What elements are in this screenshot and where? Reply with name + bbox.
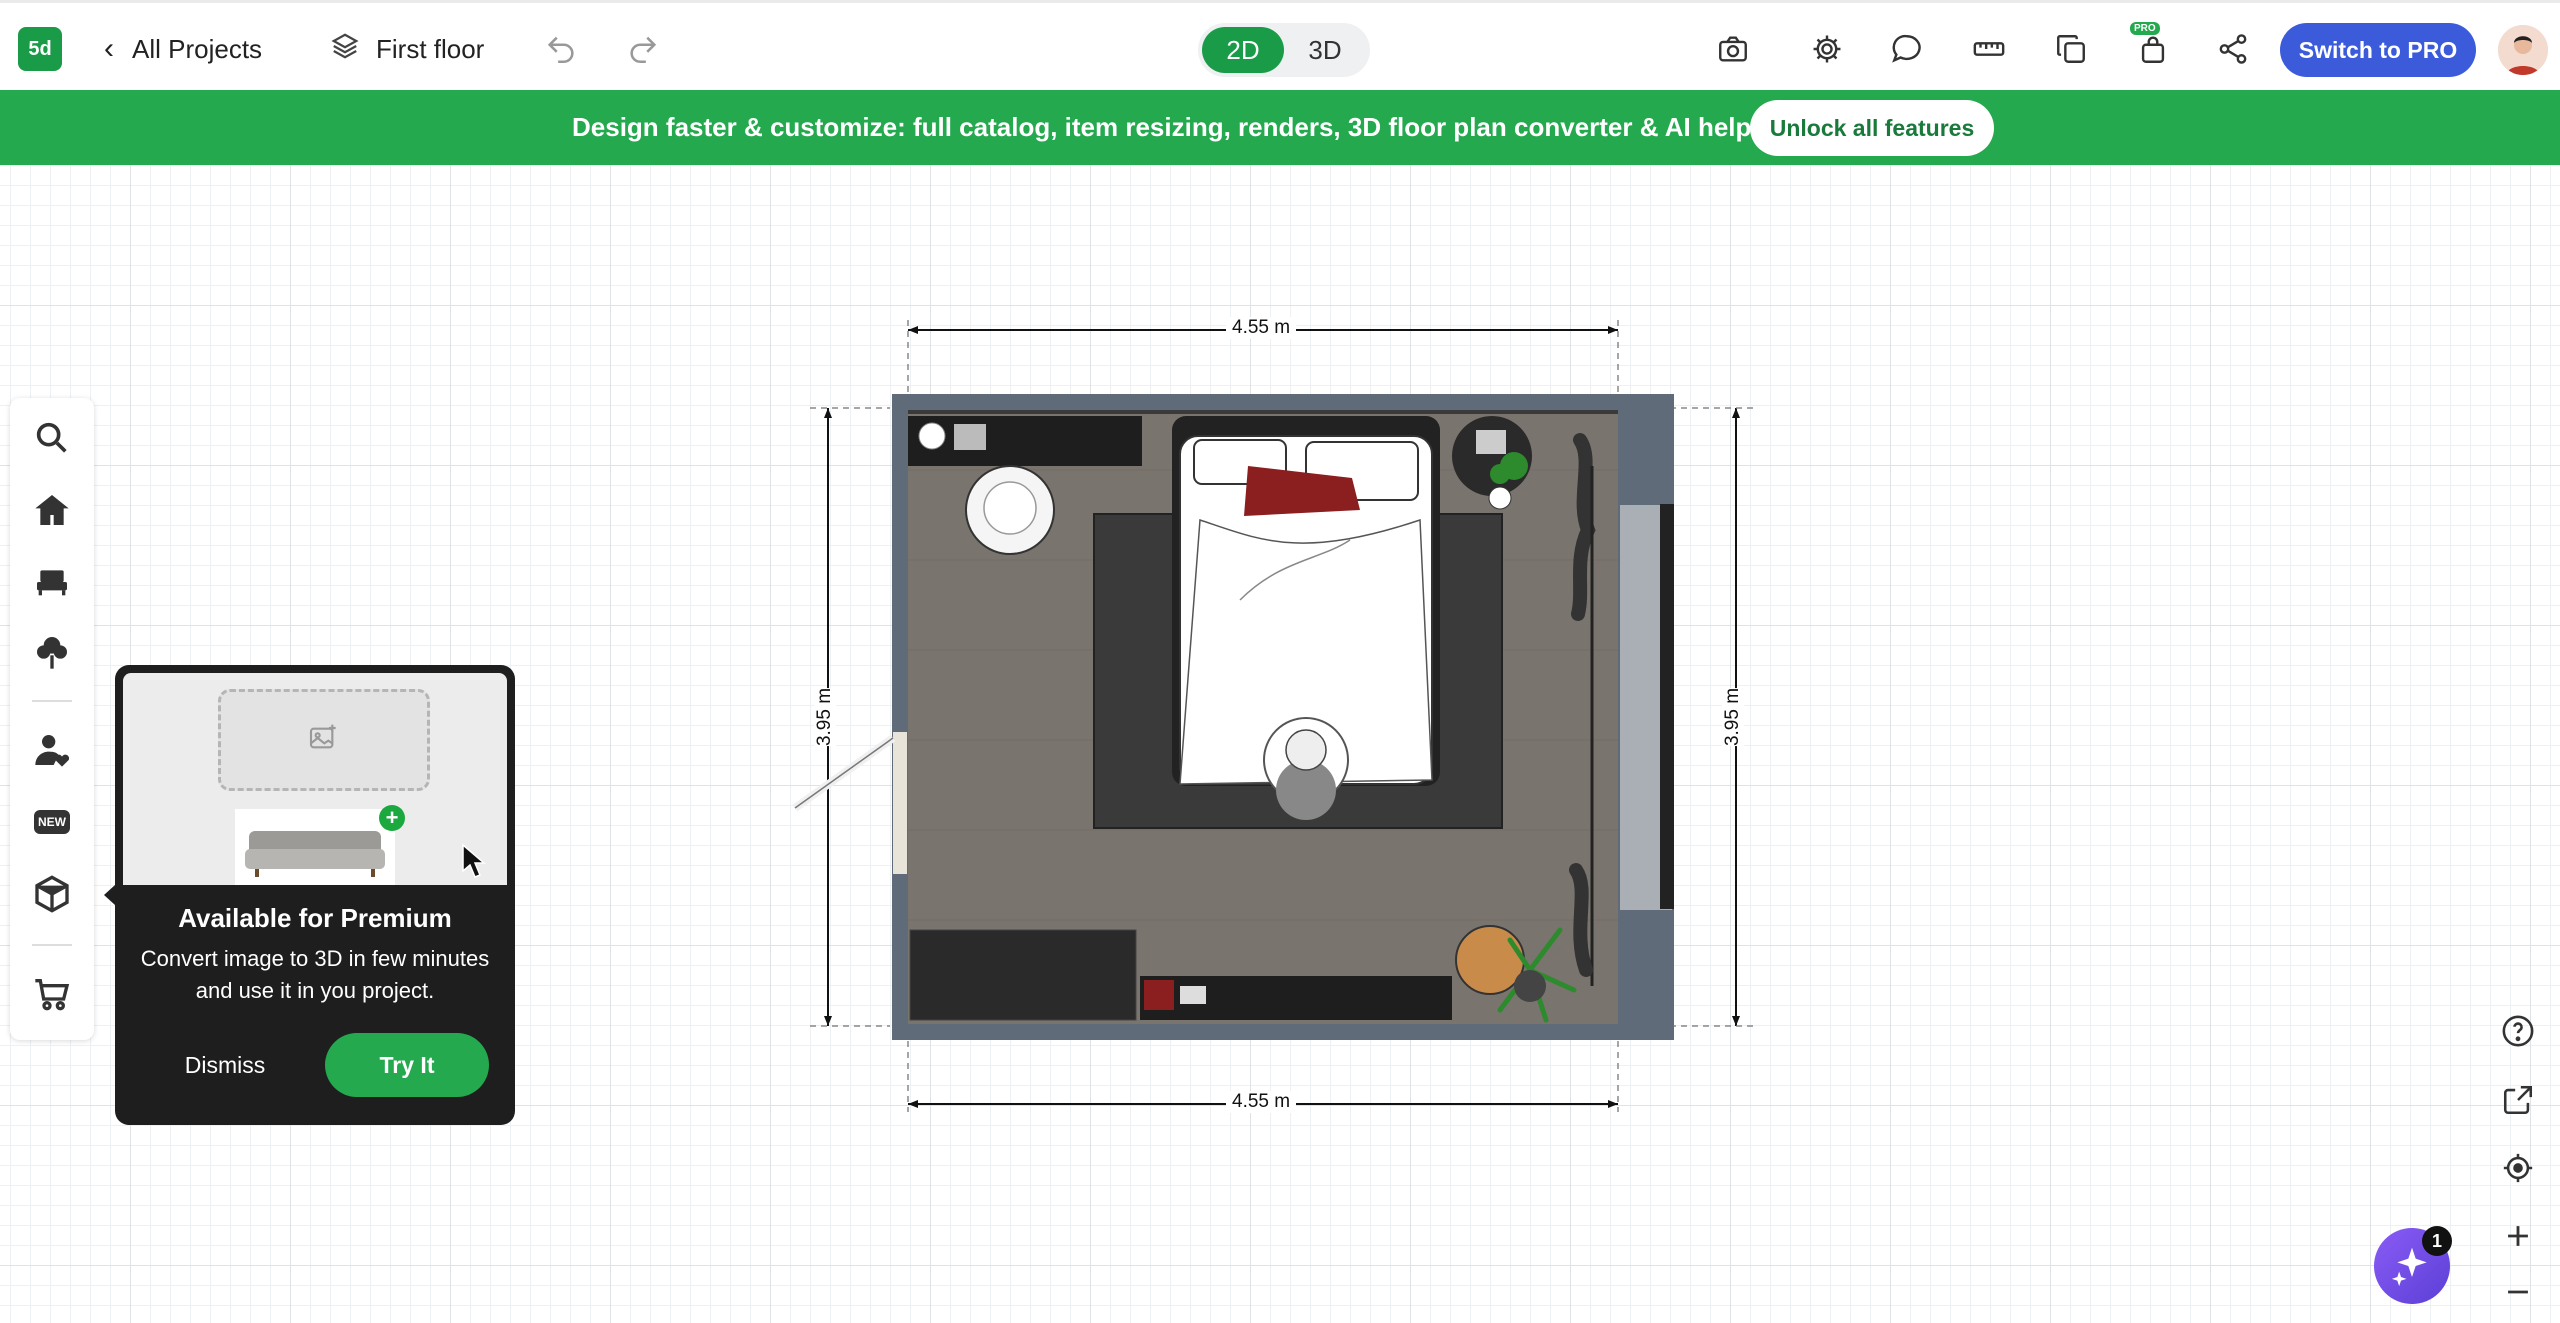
banner-text: Design faster & customize: full catalog,… bbox=[572, 112, 1752, 142]
floor-label: First floor bbox=[376, 33, 485, 64]
zoom-out-icon[interactable] bbox=[2492, 1266, 2544, 1318]
floor-selector[interactable]: First floor bbox=[330, 25, 484, 73]
image-placeholder bbox=[218, 689, 430, 791]
share-icon[interactable] bbox=[2212, 28, 2254, 70]
dimension-right[interactable]: 3.95 m bbox=[1722, 687, 1745, 747]
view-2d-button[interactable]: 2D bbox=[1202, 27, 1284, 73]
notification-badge: 1 bbox=[2422, 1226, 2452, 1256]
all-projects-label: All Projects bbox=[132, 33, 263, 64]
cart-icon[interactable] bbox=[28, 970, 76, 1018]
floor-plan[interactable] bbox=[780, 310, 1760, 1140]
toolbar-divider bbox=[32, 944, 72, 946]
help-icon[interactable] bbox=[2492, 1005, 2544, 1057]
popup-pointer bbox=[104, 885, 115, 905]
layers-icon bbox=[330, 31, 360, 68]
app-logo[interactable]: 5d bbox=[18, 27, 62, 71]
tree-icon[interactable] bbox=[28, 628, 76, 676]
camera-icon[interactable] bbox=[1712, 28, 1754, 70]
copy-icon[interactable] bbox=[2050, 28, 2092, 70]
pro-badge: PRO bbox=[2130, 22, 2160, 35]
unlock-features-button[interactable]: Unlock all features bbox=[1750, 100, 1994, 156]
home-icon[interactable] bbox=[28, 486, 76, 534]
all-projects-link[interactable]: ‹ All Projects bbox=[104, 25, 262, 73]
cursor-icon bbox=[462, 843, 487, 878]
popup-title: Available for Premium bbox=[178, 903, 452, 933]
chevron-left-icon: ‹ bbox=[104, 32, 114, 65]
dismiss-button[interactable]: Dismiss bbox=[155, 1033, 295, 1097]
undo-icon[interactable] bbox=[540, 28, 582, 70]
view-3d-button[interactable]: 3D bbox=[1284, 27, 1366, 73]
dimension-top[interactable]: 4.55 m bbox=[1226, 317, 1297, 339]
search-icon[interactable] bbox=[28, 414, 76, 462]
popup-illustration: + bbox=[123, 673, 507, 885]
locate-icon[interactable] bbox=[2492, 1142, 2544, 1194]
left-toolbar: NEW bbox=[10, 398, 94, 1040]
new-badge: NEW bbox=[34, 810, 70, 834]
switch-to-pro-button[interactable]: Switch to PRO bbox=[2280, 23, 2476, 77]
dimension-bottom[interactable]: 4.55 m bbox=[1226, 1091, 1297, 1113]
sofa-image bbox=[235, 809, 395, 885]
ruler-icon[interactable] bbox=[1968, 28, 2010, 70]
top-bar: 5d ‹ All Projects First floor 2D 3D PRO bbox=[0, 0, 2560, 90]
furniture-icon[interactable] bbox=[28, 558, 76, 606]
view-mode-toggle: 2D 3D bbox=[1198, 23, 1370, 77]
3d-box-icon[interactable] bbox=[28, 870, 76, 918]
promo-banner: Design faster & customize: full catalog,… bbox=[0, 90, 2560, 165]
new-icon[interactable]: NEW bbox=[28, 798, 76, 846]
gear-icon[interactable] bbox=[1806, 28, 1848, 70]
avatar[interactable] bbox=[2498, 25, 2548, 75]
pro-icon[interactable]: PRO bbox=[2130, 22, 2174, 70]
dimension-left[interactable]: 3.95 m bbox=[814, 687, 837, 747]
toolbar-divider bbox=[32, 700, 72, 702]
user-heart-icon[interactable] bbox=[28, 726, 76, 774]
try-it-button[interactable]: Try It bbox=[325, 1033, 489, 1097]
image-add-icon bbox=[309, 724, 336, 749]
popup-description: Convert image to 3D in few minutes and u… bbox=[140, 946, 490, 1003]
zoom-in-icon[interactable] bbox=[2492, 1210, 2544, 1262]
add-icon: + bbox=[379, 805, 405, 831]
external-link-icon[interactable] bbox=[2492, 1074, 2544, 1126]
redo-icon[interactable] bbox=[622, 28, 664, 70]
chat-icon[interactable] bbox=[1886, 28, 1928, 70]
premium-popup: + Available for Premium Convert image to… bbox=[115, 665, 515, 1125]
